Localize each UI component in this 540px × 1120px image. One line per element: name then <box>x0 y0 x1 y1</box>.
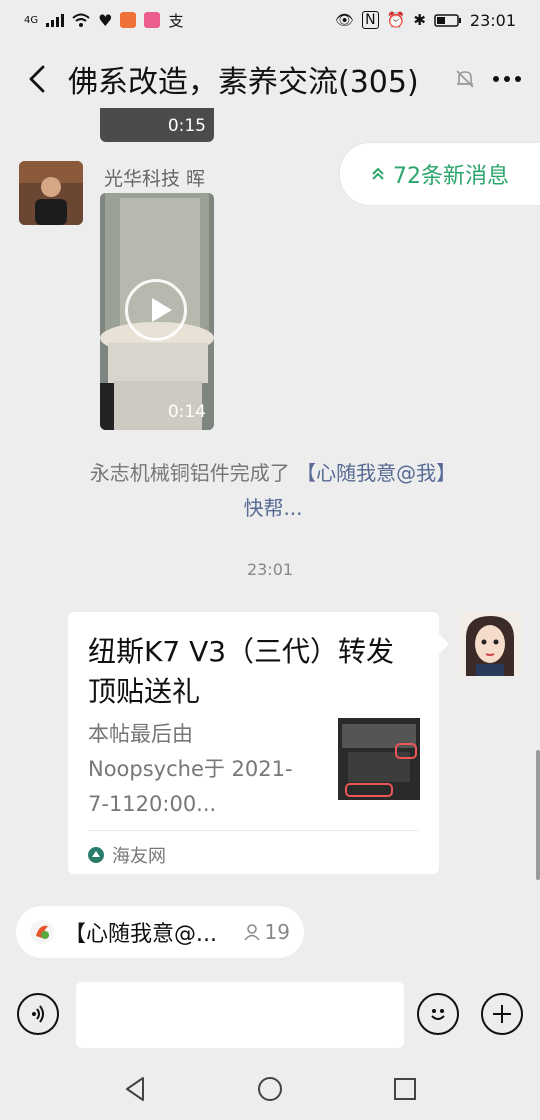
signal-icon <box>46 14 65 27</box>
new-messages-button[interactable]: 72条新消息 <box>339 142 540 206</box>
message-input[interactable] <box>76 982 404 1048</box>
more-functions-button[interactable] <box>481 993 523 1035</box>
avatar-image <box>19 161 83 225</box>
eye-icon: 👁 <box>335 11 355 29</box>
sender-name: 光华科技 晖 <box>104 168 206 190</box>
nfc-icon: N <box>362 11 379 29</box>
card-source-name: 海友网 <box>112 846 166 867</box>
scrollbar[interactable] <box>536 750 540 880</box>
emoji-icon <box>431 1009 445 1020</box>
alarm-icon: ⏰ <box>386 11 406 29</box>
bluetooth-icon: ✱ <box>413 11 426 29</box>
input-bar <box>0 982 540 1048</box>
header-actions <box>454 68 522 90</box>
quote-mention-pill[interactable]: 【心随我意@... 19 <box>16 906 304 958</box>
status-left: 4G ♥ 支 <box>24 10 183 31</box>
double-up-chevron-icon <box>372 167 384 180</box>
video-duration: 0:15 <box>167 116 206 136</box>
card-source: 海友网 <box>88 842 166 868</box>
play-icon[interactable] <box>125 279 187 341</box>
mention-avatar-icon <box>30 920 54 944</box>
person-icon <box>243 924 260 941</box>
card-title: 纽斯K7 V3（三代）转发顶贴送礼 <box>88 635 395 708</box>
clock-time: 23:01 <box>469 10 516 30</box>
voice-button[interactable] <box>17 993 59 1035</box>
new-messages-label: 72条新消息 <box>393 164 509 189</box>
network-indicator: 4G <box>24 14 39 26</box>
status-right: 👁 N ⏰ ✱ 23:01 <box>335 11 516 30</box>
nav-home-icon[interactable] <box>257 1076 283 1102</box>
avatar[interactable] <box>19 161 83 225</box>
wifi-icon <box>72 13 90 27</box>
system-message-mention[interactable]: 【心随我意@我】 <box>296 461 456 485</box>
quote-count-value: 19 <box>264 920 290 944</box>
avatar-image <box>458 612 522 676</box>
system-nav-bar <box>0 1058 540 1120</box>
link-card[interactable]: 纽斯K7 V3（三代）转发顶贴送礼 本帖最后由 Noopsyche于 2021-… <box>68 612 449 874</box>
timestamp: 23:01 <box>246 560 294 579</box>
status-bar: 4G ♥ 支 👁 N ⏰ ✱ 23:01 <box>0 0 540 40</box>
card-description: 本帖最后由 Noopsyche于 2021-7-1120:00... <box>88 722 293 816</box>
nav-back-icon[interactable] <box>123 1076 147 1102</box>
chat-header: 佛系改造，素养交流(305) <box>0 40 540 118</box>
source-logo-icon <box>88 847 104 863</box>
system-message-text: 永志机械铜铝件完成了 <box>89 461 297 485</box>
battery-icon <box>434 14 461 27</box>
plus-icon <box>493 1005 511 1023</box>
health-icon: ♥ <box>98 10 113 30</box>
system-message: 永志机械铜铝件完成了 【心随我意@我】 快帮... <box>48 456 498 526</box>
card-thumbnail-image <box>338 718 420 800</box>
my-avatar[interactable] <box>458 612 522 676</box>
mute-icon <box>456 70 474 88</box>
back-icon[interactable] <box>18 64 58 94</box>
quote-text: 【心随我意@... <box>64 922 217 947</box>
card-thumbnail <box>338 718 420 800</box>
video-duration: 0:14 <box>167 402 206 422</box>
voice-icon <box>32 1005 44 1023</box>
video-message-top[interactable]: 0:15 <box>100 108 214 142</box>
video-message[interactable]: 0:14 <box>100 193 214 430</box>
system-message-more[interactable]: 快帮... <box>243 496 302 520</box>
quote-count: 19 <box>243 920 290 944</box>
card-divider <box>88 830 419 831</box>
nav-recents-icon[interactable] <box>393 1077 417 1101</box>
more-icon[interactable] <box>492 75 522 83</box>
emoji-button[interactable] <box>417 993 459 1035</box>
app-notification-icon-2 <box>144 12 161 28</box>
cast-icon: 支 <box>168 11 184 30</box>
chat-title: 佛系改造，素养交流(305) <box>68 65 419 100</box>
app-notification-icon <box>120 12 137 28</box>
